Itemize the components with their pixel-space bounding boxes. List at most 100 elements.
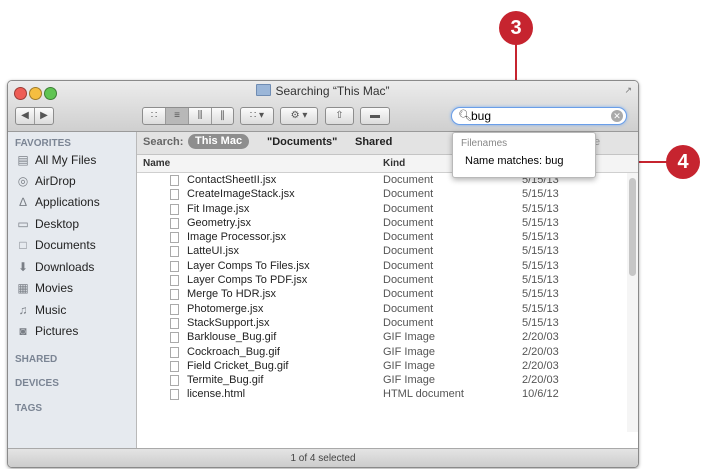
tag-icon: ▬ bbox=[370, 110, 380, 121]
list-view-button[interactable]: ≡ bbox=[166, 108, 189, 124]
sidebar-item-airdrop[interactable]: ◎ AirDrop bbox=[16, 174, 76, 194]
back-button[interactable]: ◀ bbox=[16, 108, 35, 124]
table-row[interactable]: StackSupport.jsx Document 5/15/13 bbox=[137, 316, 625, 330]
sidebar-item-label: AirDrop bbox=[35, 174, 76, 188]
sidebar-item-documents[interactable]: □ Documents bbox=[16, 238, 95, 258]
documents-icon: □ bbox=[19, 238, 27, 252]
file-date: 5/15/13 bbox=[522, 302, 559, 315]
scrollbar-thumb[interactable] bbox=[629, 178, 636, 276]
step-4-callout: 4 bbox=[666, 145, 700, 179]
file-date: 5/15/13 bbox=[522, 245, 559, 258]
search-field[interactable]: 🔍︎ bug ✕ bbox=[451, 107, 627, 125]
file-date: 2/20/03 bbox=[522, 345, 559, 358]
status-bar: 1 of 4 selected bbox=[8, 448, 638, 467]
folder-icon bbox=[256, 84, 272, 96]
sidebar-item-music[interactable]: ♫ Music bbox=[16, 303, 67, 323]
image-file-icon bbox=[170, 346, 179, 358]
sidebar-item-label: Music bbox=[35, 303, 67, 317]
favorites-header: FAVORITES bbox=[15, 138, 71, 149]
table-row[interactable]: Photomerge.jsx Document 5/15/13 bbox=[137, 302, 625, 316]
clear-search-icon[interactable]: ✕ bbox=[611, 110, 623, 122]
file-name: LatteUI.jsx bbox=[187, 245, 239, 258]
sidebar-item-pictures[interactable]: ◙ Pictures bbox=[16, 324, 78, 344]
file-date: 5/15/13 bbox=[522, 316, 559, 329]
sidebar-item-label: Applications bbox=[35, 195, 100, 209]
vertical-scrollbar[interactable] bbox=[627, 173, 638, 432]
sidebar-item-applications[interactable]: ∆ Applications bbox=[16, 195, 100, 215]
window-title-area: Searching “This Mac” bbox=[8, 84, 638, 98]
table-row[interactable]: Fit Image.jsx Document 5/15/13 bbox=[137, 203, 625, 216]
file-kind: GIF Image bbox=[383, 374, 435, 387]
tags-button[interactable]: ▬ bbox=[360, 107, 390, 125]
table-row[interactable]: Geometry.jsx Document 5/15/13 bbox=[137, 216, 625, 230]
table-row[interactable]: Merge To HDR.jsx Document 5/15/13 bbox=[137, 288, 625, 301]
scope-shared-button[interactable]: Shared bbox=[355, 136, 392, 148]
file-kind: Document bbox=[383, 259, 434, 272]
tags-header[interactable]: TAGS bbox=[15, 403, 42, 414]
image-file-icon bbox=[170, 332, 179, 344]
suggestion-name-matches[interactable]: Name matches: bug bbox=[457, 153, 597, 169]
forward-button[interactable]: ▶ bbox=[35, 108, 53, 124]
gear-icon: ⚙ ▾ bbox=[290, 110, 308, 121]
document-icon bbox=[170, 217, 179, 229]
suggestion-header: Filenames bbox=[461, 138, 508, 149]
table-row[interactable]: Field Cricket_Bug.gif GIF Image 2/20/03 bbox=[137, 359, 625, 373]
arrange-button[interactable]: ∷ ▾ bbox=[240, 107, 274, 125]
scope-label: Search: bbox=[143, 136, 184, 148]
table-row[interactable]: Cockroach_Bug.gif GIF Image 2/20/03 bbox=[137, 345, 625, 359]
view-buttons: ∷ ≡ ⫼ ∥ bbox=[142, 107, 234, 125]
file-date: 5/15/13 bbox=[522, 274, 559, 287]
shared-header[interactable]: SHARED bbox=[15, 354, 57, 365]
file-kind: Document bbox=[383, 288, 434, 301]
file-date: 2/20/03 bbox=[522, 359, 559, 372]
file-date: 5/15/13 bbox=[522, 288, 559, 301]
file-name: Layer Comps To PDF.jsx bbox=[187, 274, 308, 287]
icon-view-button[interactable]: ∷ bbox=[143, 108, 166, 124]
file-name: Image Processor.jsx bbox=[187, 231, 287, 244]
file-name: Photomerge.jsx bbox=[187, 302, 264, 315]
table-row[interactable]: Termite_Bug.gif GIF Image 2/20/03 bbox=[137, 374, 625, 387]
file-name: Merge To HDR.jsx bbox=[187, 288, 277, 301]
file-kind: Document bbox=[383, 216, 434, 229]
table-row[interactable]: LatteUI.jsx Document 5/15/13 bbox=[137, 245, 625, 258]
scope-this-mac-button[interactable]: This Mac bbox=[188, 134, 250, 149]
table-row[interactable]: Layer Comps To PDF.jsx Document 5/15/13 bbox=[137, 274, 625, 287]
devices-header[interactable]: DEVICES bbox=[15, 378, 59, 389]
window-title: Searching “This Mac” bbox=[275, 84, 390, 98]
column-header-kind[interactable]: Kind bbox=[383, 158, 405, 169]
sidebar-item-movies[interactable]: ▦ Movies bbox=[16, 281, 73, 301]
table-row[interactable]: Image Processor.jsx Document 5/15/13 bbox=[137, 231, 625, 244]
share-icon: ⇧ bbox=[335, 110, 344, 121]
file-name: Barklouse_Bug.gif bbox=[187, 331, 277, 344]
column-header-name[interactable]: Name bbox=[143, 158, 170, 169]
airdrop-icon: ◎ bbox=[17, 174, 29, 188]
cover-flow-button[interactable]: ∥ bbox=[212, 108, 233, 124]
document-icon bbox=[170, 303, 179, 315]
table-row[interactable]: Barklouse_Bug.gif GIF Image 2/20/03 bbox=[137, 331, 625, 344]
sidebar-item-all-my-files[interactable]: ▤ All My Files bbox=[16, 153, 96, 173]
share-button[interactable]: ⇧ bbox=[325, 107, 354, 125]
file-date: 2/20/03 bbox=[522, 374, 559, 387]
file-kind: Document bbox=[383, 231, 434, 244]
file-name: Geometry.jsx bbox=[187, 216, 251, 229]
action-button[interactable]: ⚙ ▾ bbox=[280, 107, 318, 125]
file-name: CreateImageStack.jsx bbox=[187, 188, 295, 201]
music-icon: ♫ bbox=[18, 303, 28, 317]
scope-documents-button[interactable]: "Documents" bbox=[267, 136, 337, 148]
sidebar-item-downloads[interactable]: ⬇ Downloads bbox=[16, 260, 94, 280]
sidebar-item-label: All My Files bbox=[35, 153, 97, 167]
table-row[interactable]: license.html HTML document 10/6/12 bbox=[137, 388, 625, 401]
sidebar-item-desktop[interactable]: ▭ Desktop bbox=[16, 217, 79, 237]
image-file-icon bbox=[170, 375, 179, 387]
sidebar-item-label: Pictures bbox=[35, 324, 79, 338]
file-date: 5/15/13 bbox=[522, 231, 559, 244]
document-icon bbox=[170, 189, 179, 201]
search-input[interactable]: bug bbox=[471, 109, 491, 123]
applications-icon: ∆ bbox=[19, 195, 27, 209]
fullscreen-icon[interactable]: ↗ bbox=[624, 85, 632, 96]
column-view-button[interactable]: ⫼ bbox=[189, 108, 212, 124]
table-row[interactable]: Layer Comps To Files.jsx Document 5/15/13 bbox=[137, 259, 625, 273]
status-text: 1 of 4 selected bbox=[290, 453, 356, 464]
table-row[interactable]: CreateImageStack.jsx Document 5/15/13 bbox=[137, 188, 625, 201]
document-icon bbox=[170, 317, 179, 329]
